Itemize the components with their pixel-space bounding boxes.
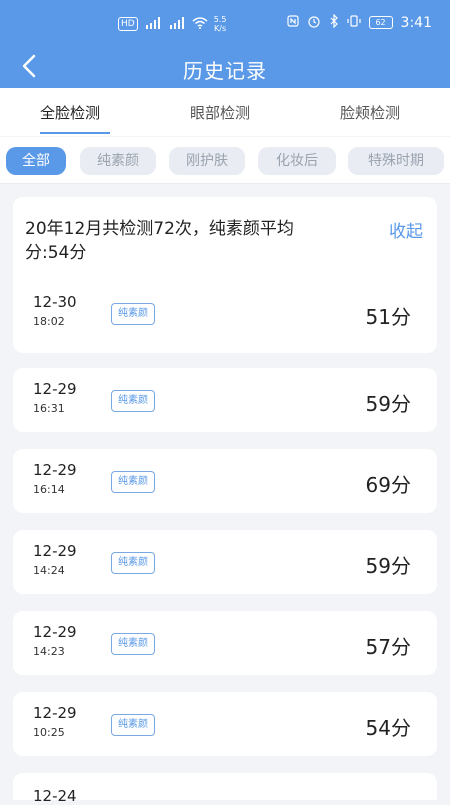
detection-tabs: 全脸检测 眼部检测 脸颊检测 [0,88,450,136]
bluetooth-icon [329,13,339,31]
signal-4g-icon-2 [168,16,186,32]
record-date: 12-29 [33,461,77,479]
record-item-partial[interactable]: 12-24 [13,773,437,805]
record-item[interactable]: 12-29 16:31 纯素颜 59分 [13,368,437,432]
record-tag: 纯素颜 [111,390,155,412]
record-time: 14:23 [33,645,65,658]
record-time: 18:02 [33,315,65,328]
speed-value: 5.5 [213,15,227,24]
record-score: 54分 [365,716,411,740]
record-date: 12-29 [33,704,77,722]
record-item[interactable]: 12-29 14:24 纯素颜 59分 [13,530,437,594]
record-score: 59分 [365,392,411,416]
tab-cheek[interactable]: 脸颊检测 [340,102,400,123]
record-tag: 纯素颜 [111,471,155,493]
record-item[interactable]: 12-29 16:14 纯素颜 69分 [13,449,437,513]
status-right: 62 3:41 [286,13,432,31]
filter-after-skincare[interactable]: 刚护肤 [169,147,245,175]
record-date: 12-29 [33,380,77,398]
filter-after-makeup[interactable]: 化妆后 [258,147,336,175]
filter-all[interactable]: 全部 [6,147,66,175]
record-tag: 纯素颜 [111,303,155,325]
monthly-summary-card: 20年12月共检测72次，纯素颜平均分:54分 收起 12-30 18:02 纯… [13,197,437,353]
battery-icon: 62 [368,16,393,29]
hd-indicator: HD [118,17,138,31]
record-date: 12-30 [33,293,77,311]
record-time: 14:24 [33,564,65,577]
record-tag: 纯素颜 [111,714,155,736]
vibrate-icon [346,15,361,30]
wifi-icon [192,16,208,32]
filter-special-period[interactable]: 特殊时期 [348,147,444,175]
record-time: 16:14 [33,483,65,496]
app-header: HD 5.5 K/s 62 3:41 历史记录 [0,0,450,88]
filter-no-makeup[interactable]: 纯素颜 [80,147,156,175]
filter-chips: 全部 纯素颜 刚护肤 化妆后 特殊时期 [0,137,450,184]
summary-text: 20年12月共检测72次，纯素颜平均分:54分 [25,219,294,263]
record-item[interactable]: 12-29 10:25 纯素颜 54分 [13,692,437,756]
network-speed: 5.5 K/s [214,15,227,33]
nfc-icon [286,15,299,30]
record-date: 12-24 [33,787,77,805]
status-bar: HD 5.5 K/s 62 3:41 [0,0,450,40]
page-title: 历史记录 [183,59,267,83]
record-date: 12-29 [33,542,77,560]
clock: 3:41 [400,14,432,31]
alarm-icon [307,14,321,31]
tab-full-face[interactable]: 全脸检测 [40,102,100,123]
record-score: 51分 [365,305,411,329]
record-score: 69分 [365,473,411,497]
record-tag: 纯素颜 [111,633,155,655]
speed-unit: K/s [214,24,227,33]
signal-4g-icon [144,16,162,32]
tab-eye[interactable]: 眼部检测 [190,102,250,123]
status-left: HD 5.5 K/s [118,15,226,33]
active-tab-indicator [40,132,110,134]
record-item[interactable]: 12-29 14:23 纯素颜 57分 [13,611,437,675]
record-time: 16:31 [33,402,65,415]
collapse-button[interactable]: 收起 [389,217,423,242]
record-score: 57分 [365,635,411,659]
record-score: 59分 [365,554,411,578]
record-tag: 纯素颜 [111,552,155,574]
nav-bar: 历史记录 [0,44,450,88]
record-time: 10:25 [33,726,65,739]
record-item[interactable]: 12-30 18:02 纯素颜 51分 [13,281,437,345]
record-date: 12-29 [33,623,77,641]
